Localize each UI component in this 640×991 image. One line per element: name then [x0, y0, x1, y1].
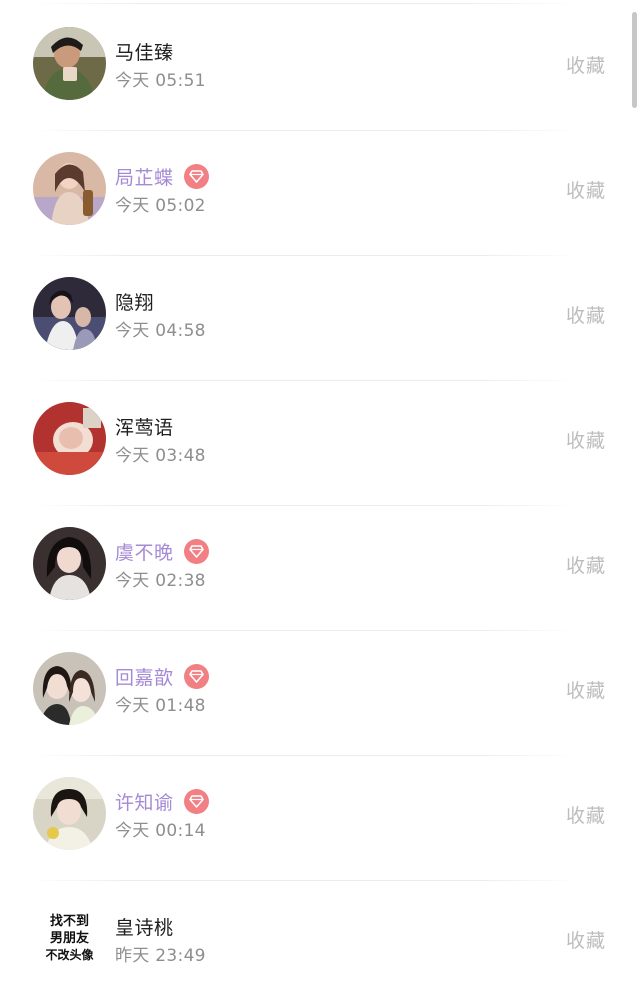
avatar[interactable] [33, 527, 106, 600]
favorite-button[interactable]: 收藏 [566, 676, 606, 703]
list-item[interactable]: 浑莺语 今天 03:48 收藏 [0, 381, 640, 506]
user-name[interactable]: 虞不晚 [115, 538, 174, 565]
vip-diamond-icon [183, 663, 209, 689]
avatar[interactable] [33, 277, 106, 350]
user-name[interactable]: 皇诗桃 [115, 913, 174, 940]
timestamp: 今天 05:02 [115, 196, 206, 216]
avatar[interactable] [33, 27, 106, 100]
vip-diamond-icon [183, 538, 209, 564]
vip-diamond-icon [183, 163, 209, 189]
favorites-user-list: 马佳臻 今天 05:51 收藏 局芷蝶 今天 05:02 收藏 隐翔 今天 04… [0, 0, 640, 991]
favorite-button[interactable]: 收藏 [566, 551, 606, 578]
timestamp: 昨天 23:49 [115, 946, 206, 966]
user-name[interactable]: 隐翔 [115, 288, 154, 315]
favorite-button[interactable]: 收藏 [566, 176, 606, 203]
avatar[interactable] [33, 777, 106, 850]
timestamp: 今天 05:51 [115, 71, 206, 91]
list-item[interactable]: 隐翔 今天 04:58 收藏 [0, 256, 640, 381]
avatar[interactable] [33, 652, 106, 725]
timestamp: 今天 04:58 [115, 321, 206, 341]
list-item[interactable]: 回嘉歆 今天 01:48 收藏 [0, 631, 640, 756]
user-name[interactable]: 许知谕 [115, 788, 174, 815]
user-name[interactable]: 回嘉歆 [115, 663, 174, 690]
timestamp: 今天 01:48 [115, 696, 206, 716]
user-name[interactable]: 浑莺语 [115, 413, 174, 440]
timestamp: 今天 03:48 [115, 446, 206, 466]
timestamp: 今天 02:38 [115, 571, 206, 591]
list-item[interactable]: 许知谕 今天 00:14 收藏 [0, 756, 640, 881]
list-item[interactable]: 虞不晚 今天 02:38 收藏 [0, 506, 640, 631]
favorite-button[interactable]: 收藏 [566, 301, 606, 328]
top-divider [30, 3, 580, 4]
list-item[interactable]: 局芷蝶 今天 05:02 收藏 [0, 131, 640, 256]
favorite-button[interactable]: 收藏 [566, 926, 606, 953]
avatar-text: 找不到 男朋友 不改头像 [33, 902, 106, 975]
avatar[interactable]: 找不到 男朋友 不改头像 [33, 902, 106, 975]
vip-diamond-icon [183, 788, 209, 814]
user-name[interactable]: 局芷蝶 [115, 163, 174, 190]
user-name[interactable]: 马佳臻 [115, 38, 174, 65]
avatar[interactable] [33, 152, 106, 225]
timestamp: 今天 00:14 [115, 821, 206, 841]
scrollbar[interactable] [632, 12, 637, 108]
favorite-button[interactable]: 收藏 [566, 51, 606, 78]
avatar[interactable] [33, 402, 106, 475]
list-item[interactable]: 马佳臻 今天 05:51 收藏 [0, 6, 640, 131]
list-item[interactable]: 找不到 男朋友 不改头像 皇诗桃 昨天 23:49 收藏 [0, 881, 640, 991]
favorite-button[interactable]: 收藏 [566, 801, 606, 828]
favorite-button[interactable]: 收藏 [566, 426, 606, 453]
